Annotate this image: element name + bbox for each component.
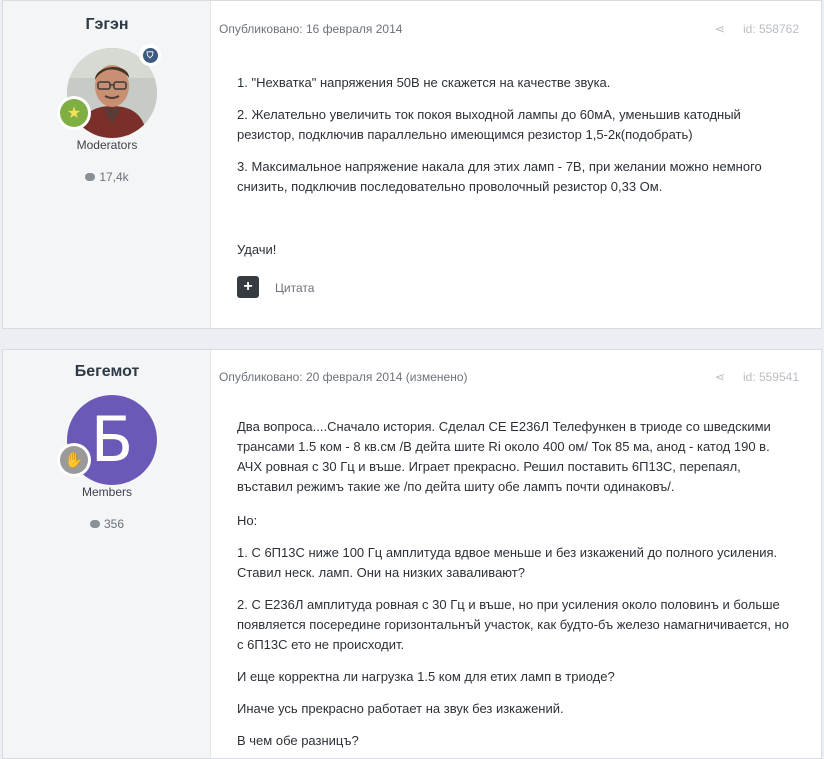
multiquote-button[interactable]: + — [237, 276, 259, 298]
post-id[interactable]: id: 559541 — [743, 370, 799, 384]
post-count-value: 17,4k — [99, 170, 129, 184]
paragraph: И еще корректна ли нагрузка 1.5 ком для … — [237, 669, 615, 684]
rank-badge: ★ — [57, 96, 91, 130]
comment-icon — [89, 520, 100, 528]
post-count: 356 — [3, 517, 211, 531]
author-name[interactable]: Гэгэн — [3, 16, 211, 34]
share-icon[interactable]: ⋖ — [715, 22, 725, 36]
paragraph: В чем обе разницъ? — [237, 733, 359, 748]
hand-icon: ✋ — [60, 446, 88, 474]
star-icon: ★ — [60, 99, 88, 127]
post-count: 17,4k — [3, 170, 211, 184]
post-meta-right: ⋖ id: 558762 — [715, 22, 799, 36]
moderator-shield-icon: ⛉ — [139, 44, 161, 66]
paragraph: 2. С Е236Л амплитуда ровная с 30 Гц и въ… — [237, 597, 789, 652]
paragraph: Два вопроса....Сначало история. Сделал С… — [237, 419, 771, 494]
paragraph: 1. С 6П13С ниже 100 Гц амплитуда вдвое м… — [237, 545, 778, 580]
paragraph: Но: — [237, 513, 258, 528]
published-date: Опубликовано: 20 февраля 2014 (изменено) — [219, 370, 468, 384]
post-id[interactable]: id: 558762 — [743, 22, 799, 36]
paragraph: 3. Максимальное напряжение накала для эт… — [237, 159, 762, 194]
paragraph: 1. "Нехватка" напряжения 50В не скажется… — [237, 75, 611, 90]
avatar-container: ⛉ ★ — [57, 44, 161, 138]
user-group: Members — [81, 485, 132, 499]
paragraph: 2. Желательно увеличить ток покоя выходн… — [237, 107, 741, 142]
paragraph: Удачи! — [237, 242, 277, 257]
share-icon[interactable]: ⋖ — [715, 370, 725, 384]
author-name[interactable]: Бегемот — [3, 363, 211, 381]
avatar-container: Б ✋ — [57, 395, 157, 485]
author-panel: Бегемот Б ✋ Members 356 — [3, 350, 211, 758]
comment-icon — [85, 173, 96, 181]
post-2: Бегемот Б ✋ Members 356 Опубликовано: 20… — [2, 349, 822, 759]
post-count-value: 356 — [103, 517, 125, 531]
post-1: Гэгэн ⛉ ★ Moderators 17,4k Опубликовано:… — [2, 0, 822, 329]
paragraph: Иначе усь прекрасно работает на звук без… — [237, 701, 564, 716]
user-group: Moderators — [76, 138, 138, 152]
published-date: Опубликовано: 16 февраля 2014 — [219, 22, 403, 36]
post-meta-right: ⋖ id: 559541 — [715, 370, 799, 384]
author-panel: Гэгэн ⛉ ★ Moderators 17,4k — [3, 1, 211, 328]
quote-button[interactable]: Цитата — [275, 281, 314, 295]
rank-badge: ✋ — [57, 443, 91, 477]
